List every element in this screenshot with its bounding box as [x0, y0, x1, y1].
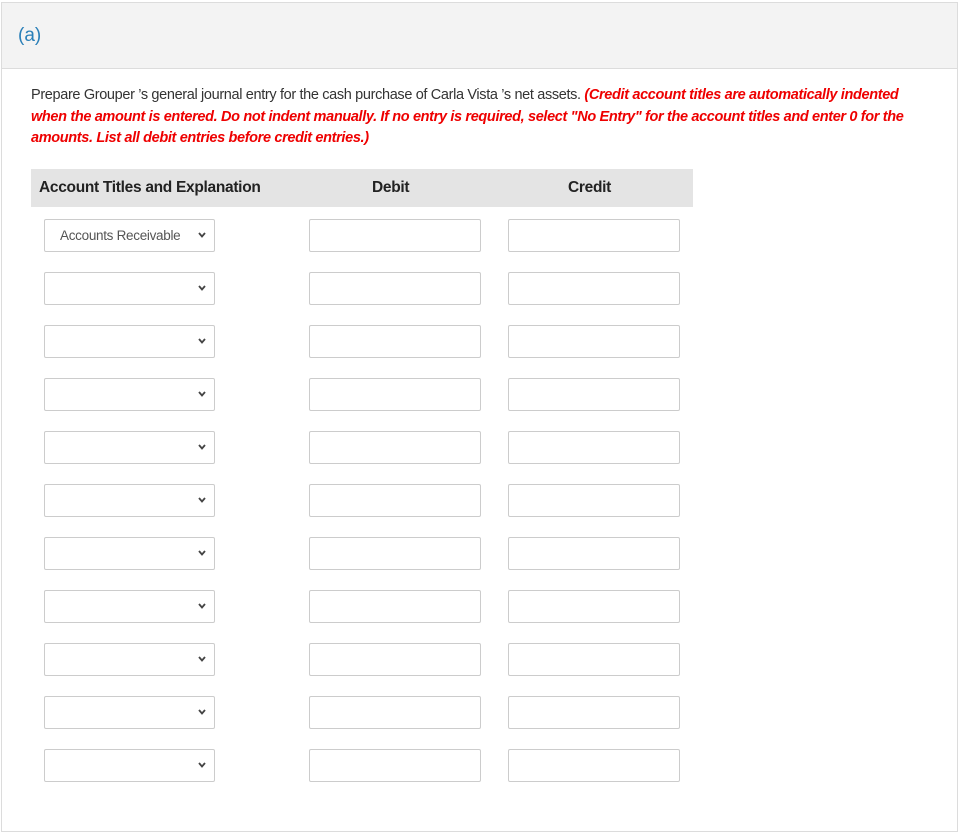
credit-input[interactable] [508, 484, 680, 517]
header-debit: Debit [372, 179, 410, 196]
debit-input[interactable] [309, 696, 481, 729]
chevron-down-icon [198, 497, 206, 503]
instructions-text: Prepare Grouper ’s general journal entry… [31, 87, 585, 103]
part-label: (a) [18, 25, 42, 46]
chevron-down-icon [198, 603, 206, 609]
account-title-select[interactable] [44, 696, 215, 729]
chevron-down-icon [198, 391, 206, 397]
journal-row [0, 696, 720, 729]
journal-row [0, 537, 720, 570]
chevron-down-icon [198, 709, 206, 715]
journal-row [0, 643, 720, 676]
credit-input[interactable] [508, 325, 680, 358]
account-title-select[interactable] [44, 643, 215, 676]
chevron-down-icon [198, 285, 206, 291]
journal-row [0, 590, 720, 623]
journal-row [0, 431, 720, 464]
credit-input[interactable] [508, 590, 680, 623]
journal-row [0, 325, 720, 358]
account-title-select[interactable] [44, 484, 215, 517]
chevron-down-icon [198, 444, 206, 450]
chevron-down-icon [198, 550, 206, 556]
account-title-select[interactable] [44, 749, 215, 782]
chevron-down-icon [198, 762, 206, 768]
journal-row: Accounts Receivable [0, 219, 720, 252]
journal-row [0, 378, 720, 411]
account-title-value: Accounts Receivable [60, 228, 181, 243]
account-title-select[interactable] [44, 590, 215, 623]
debit-input[interactable] [309, 484, 481, 517]
debit-input[interactable] [309, 325, 481, 358]
credit-input[interactable] [508, 378, 680, 411]
debit-input[interactable] [309, 590, 481, 623]
header-credit: Credit [568, 179, 611, 196]
account-title-select[interactable] [44, 537, 215, 570]
debit-input[interactable] [309, 219, 481, 252]
journal-row [0, 484, 720, 517]
credit-input[interactable] [508, 749, 680, 782]
debit-input[interactable] [309, 431, 481, 464]
credit-input[interactable] [508, 537, 680, 570]
debit-input[interactable] [309, 643, 481, 676]
credit-input[interactable] [508, 219, 680, 252]
account-title-select[interactable] [44, 378, 215, 411]
panel-header: (a) [2, 3, 957, 69]
account-title-select[interactable] [44, 431, 215, 464]
debit-input[interactable] [309, 537, 481, 570]
credit-input[interactable] [508, 643, 680, 676]
chevron-down-icon [198, 656, 206, 662]
debit-input[interactable] [309, 378, 481, 411]
journal-table-header: Account Titles and Explanation Debit Cre… [31, 169, 693, 207]
account-title-select[interactable] [44, 325, 215, 358]
debit-input[interactable] [309, 749, 481, 782]
account-title-select[interactable]: Accounts Receivable [44, 219, 215, 252]
debit-input[interactable] [309, 272, 481, 305]
credit-input[interactable] [508, 431, 680, 464]
account-title-select[interactable] [44, 272, 215, 305]
header-account-titles: Account Titles and Explanation [39, 179, 261, 196]
instructions: Prepare Grouper ’s general journal entry… [31, 85, 936, 150]
journal-row [0, 749, 720, 782]
journal-row [0, 272, 720, 305]
credit-input[interactable] [508, 696, 680, 729]
chevron-down-icon [198, 338, 206, 344]
chevron-down-icon [198, 232, 206, 238]
credit-input[interactable] [508, 272, 680, 305]
